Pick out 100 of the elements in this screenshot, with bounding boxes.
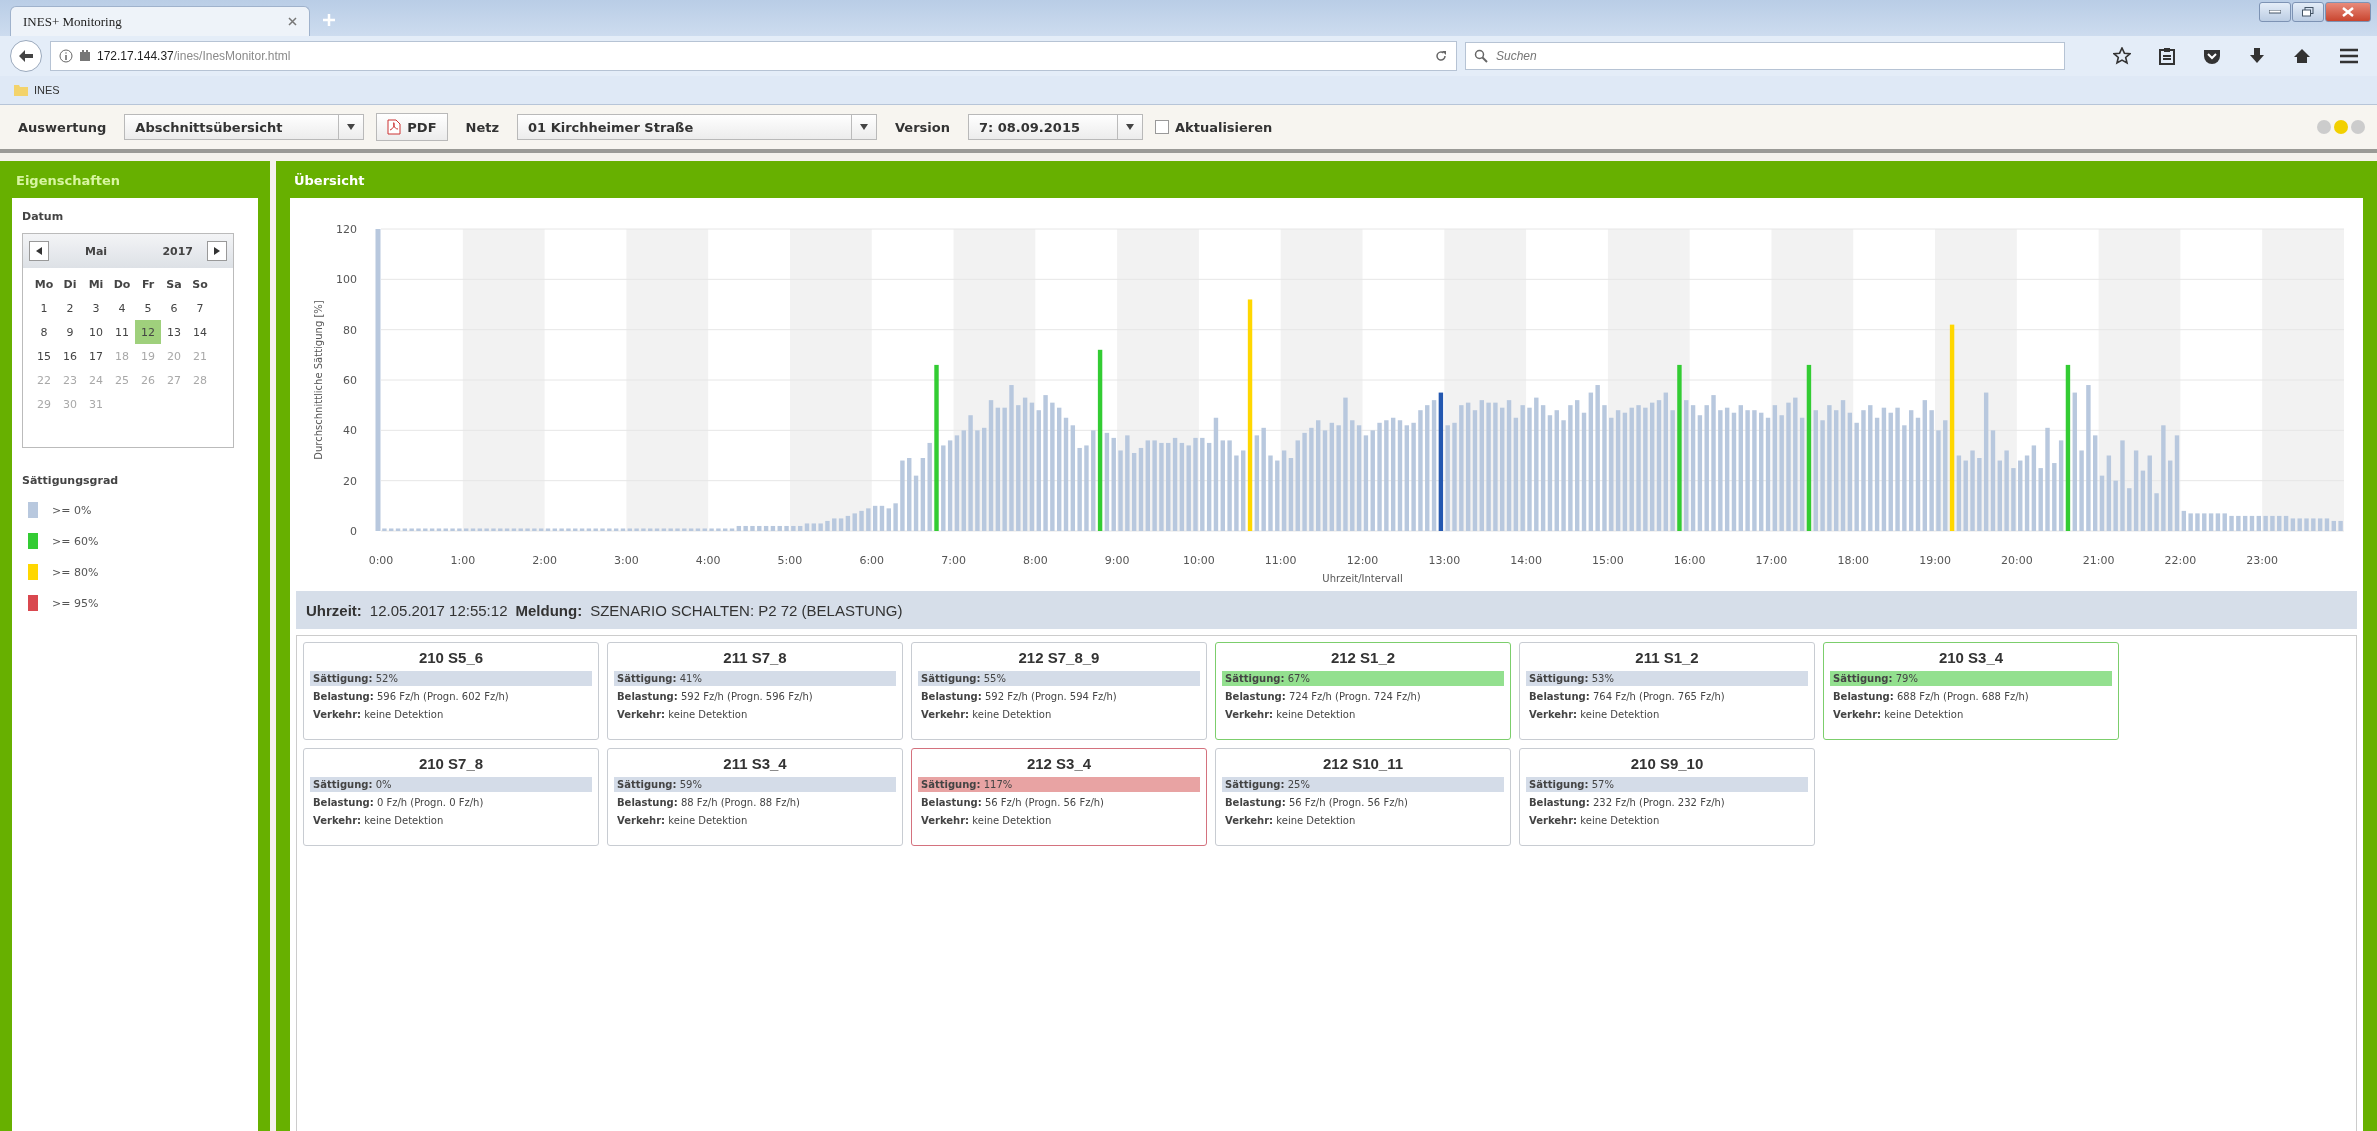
calendar-day[interactable]: 12 xyxy=(135,320,161,344)
load-text: Belastung: 592 Fz/h (Progn. 594 Fz/h) xyxy=(920,690,1118,704)
legend-label: >= 60% xyxy=(52,534,99,548)
card-title: 212 S10_11 xyxy=(1321,754,1405,774)
saturation-bar: Sättigung: 59% xyxy=(614,777,896,792)
weekday-label: Mi xyxy=(87,276,105,293)
card-title: 211 S7_8 xyxy=(722,648,788,668)
traffic-text: Verkehr: keine Detektion xyxy=(312,814,445,828)
weekday-label: Di xyxy=(62,276,78,293)
load-text: Belastung: 0 Fz/h (Progn. 0 Fz/h) xyxy=(312,796,485,810)
calendar-day[interactable]: 17 xyxy=(83,344,109,368)
browser-tab[interactable]: INES+ Monitoring xyxy=(10,6,310,36)
evaluation-select[interactable]: Abschnittsübersicht xyxy=(124,114,365,140)
calendar-day[interactable]: 3 xyxy=(83,296,109,320)
calendar-day[interactable]: 11 xyxy=(109,320,135,344)
calendar-day[interactable]: 14 xyxy=(187,320,213,344)
calendar-day[interactable]: 2 xyxy=(57,296,83,320)
tick-label: 11:00 xyxy=(1264,554,1297,567)
section-card[interactable]: 211 S3_4 Sättigung: 59% Belastung: 88 Fz/h (Progn. 88 Fz/h) Verkehr: keine Detektion xyxy=(607,748,903,846)
calendar-day[interactable]: 13 xyxy=(161,320,187,344)
load-text: Belastung: 88 Fz/h (Progn. 88 Fz/h) xyxy=(616,796,802,810)
tick-label: 100 xyxy=(336,273,357,287)
calendar-day[interactable]: 6 xyxy=(161,296,187,320)
saturation-bar: Sättigung: 117% xyxy=(918,777,1200,792)
calendar-day[interactable]: 7 xyxy=(187,296,213,320)
tick-label: 13:00 xyxy=(1428,554,1461,567)
section-card[interactable]: 210 S3_4 Sättigung: 79% Belastung: 688 Fz/h (Progn. 688 Fz/h) Verkehr: keine Detektion xyxy=(1823,642,2119,740)
x-axis-label: Uhrzeit/Intervall xyxy=(1322,573,1403,584)
calendar-day[interactable]: 5 xyxy=(135,296,161,320)
card-title: 211 S3_4 xyxy=(722,754,788,774)
card-title: 210 S7_8 xyxy=(417,754,485,774)
time-label: Uhrzeit: xyxy=(306,601,362,619)
tick-label: 16:00 xyxy=(1673,554,1706,567)
section-card[interactable]: 212 S10_11 Sättigung: 25% Belastung: 56 Fz/h (Progn. 56 Fz/h) Verkehr: keine Detektion xyxy=(1215,748,1511,846)
tick-label: 0 xyxy=(350,525,357,538)
tick-label: 20:00 xyxy=(2001,554,2033,567)
card-title: 212 S7_8_9 xyxy=(1017,648,1101,668)
panel-title: Übersicht xyxy=(293,172,366,190)
search-field[interactable]: Suchen xyxy=(1465,42,2065,70)
section-card[interactable]: 211 S1_2 Sättigung: 53% Belastung: 764 Fz/h (Progn. 765 Fz/h) Verkehr: keine Detektion xyxy=(1519,642,1815,740)
refresh-label: Aktualisieren xyxy=(1175,119,1273,135)
calendar-day[interactable]: 4 xyxy=(109,296,135,320)
weekday-label: Do xyxy=(112,276,132,293)
section-card[interactable]: 210 S5_6 Sättigung: 52% Belastung: 596 Fz/h (Progn. 602 Fz/h) Verkehr: keine Detektion xyxy=(303,642,599,740)
tick-label: 6:00 xyxy=(859,554,885,567)
traffic-text: Verkehr: keine Detektion xyxy=(1224,814,1357,828)
calendar-day[interactable]: 1 xyxy=(31,296,57,320)
network-label: Netz xyxy=(464,119,500,135)
load-text: Belastung: 764 Fz/h (Progn. 765 Fz/h) xyxy=(1528,690,1726,704)
section-card[interactable]: 211 S7_8 Sättigung: 41% Belastung: 592 Fz/h (Progn. 596 Fz/h) Verkehr: keine Detektion xyxy=(607,642,903,740)
calendar-day[interactable]: 8 xyxy=(31,320,57,344)
tick-label: 15:00 xyxy=(1592,554,1624,567)
tick-label: 80 xyxy=(343,323,357,337)
traffic-text: Verkehr: keine Detektion xyxy=(1528,814,1661,828)
card-title: 212 S3_4 xyxy=(1025,754,1093,774)
saturation-bar: Sättigung: 79% xyxy=(1830,671,2112,686)
weekday-label: Sa xyxy=(165,276,183,293)
tick-label: 10:00 xyxy=(1183,554,1215,567)
tick-label: 40 xyxy=(343,424,357,438)
saturation-bar: Sättigung: 57% xyxy=(1526,777,1808,792)
weekday-label: Fr xyxy=(140,276,156,293)
date-label: Datum xyxy=(22,210,65,223)
load-text: Belastung: 688 Fz/h (Progn. 688 Fz/h) xyxy=(1832,690,2030,704)
legend-title: Sättigungsgrad xyxy=(22,474,120,487)
tick-label: 8:00 xyxy=(1023,554,1048,567)
tick-label: 14:00 xyxy=(1510,554,1542,567)
load-text: Belastung: 56 Fz/h (Progn. 56 Fz/h) xyxy=(1224,796,1410,810)
traffic-text: Verkehr: keine Detektion xyxy=(920,708,1053,722)
card-title: 210 S5_6 xyxy=(417,648,485,668)
evaluation-label: Auswertung xyxy=(17,119,108,135)
weekday-label: Mo xyxy=(33,276,55,293)
traffic-text: Verkehr: keine Detektion xyxy=(1528,708,1661,722)
load-text: Belastung: 724 Fz/h (Progn. 724 Fz/h) xyxy=(1224,690,1422,704)
section-card[interactable]: 210 S9_10 Sättigung: 57% Belastung: 232 Fz/h (Progn. 232 Fz/h) Verkehr: keine Detektion xyxy=(1519,748,1815,846)
address-bar[interactable]: 172.17.144.37/ines/InesMonitor.html xyxy=(50,41,1457,71)
section-card[interactable]: 212 S1_2 Sättigung: 67% Belastung: 724 Fz/h (Progn. 724 Fz/h) Verkehr: keine Detektion xyxy=(1215,642,1511,740)
saturation-bar: Sättigung: 25% xyxy=(1222,777,1504,792)
calendar-day[interactable]: 15 xyxy=(31,344,57,368)
traffic-text: Verkehr: keine Detektion xyxy=(1832,708,1965,722)
network-select[interactable]: 01 Kirchheimer Straße xyxy=(517,114,877,140)
tick-label: 12:00 xyxy=(1346,554,1379,567)
pdf-button[interactable]: PDF xyxy=(376,113,448,141)
tick-label: 22:00 xyxy=(2164,554,2197,567)
version-select[interactable]: 7: 08.09.2015 xyxy=(968,114,1143,140)
section-card[interactable]: 210 S7_8 Sättigung: 0% Belastung: 0 Fz/h (Progn. 0 Fz/h) Verkehr: keine Detektion xyxy=(303,748,599,846)
month-label: Mai xyxy=(85,244,108,258)
saturation-bar: Sättigung: 53% xyxy=(1526,671,1808,686)
tick-label: 21:00 xyxy=(2082,554,2115,567)
calendar-day[interactable]: 10 xyxy=(83,320,109,344)
bookmark-folder[interactable]: INES xyxy=(14,84,60,96)
section-card[interactable]: 212 S7_8_9 Sättigung: 55% Belastung: 592 Fz/h (Progn. 594 Fz/h) Verkehr: keine Detektion xyxy=(911,642,1207,740)
tick-label: 9:00 xyxy=(1104,554,1130,567)
traffic-text: Verkehr: keine Detektion xyxy=(312,708,445,722)
message-text: SZENARIO SCHALTEN: P2 72 (BELASTUNG) xyxy=(590,601,903,619)
calendar-day[interactable]: 9 xyxy=(57,320,83,344)
traffic-text: Verkehr: keine Detektion xyxy=(920,814,1053,828)
calendar-day[interactable]: 16 xyxy=(57,344,83,368)
tick-label: 23:00 xyxy=(2246,554,2279,567)
year-label: 2017 xyxy=(162,244,193,258)
section-card[interactable]: 212 S3_4 Sättigung: 117% Belastung: 56 Fz/h (Progn. 56 Fz/h) Verkehr: keine Detektion xyxy=(911,748,1207,846)
